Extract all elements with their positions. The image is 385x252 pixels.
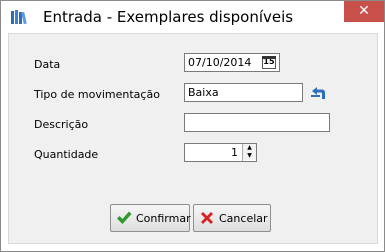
close-button[interactable]: ✕: [344, 1, 384, 22]
cancel-button[interactable]: Cancelar: [193, 204, 271, 232]
confirm-button[interactable]: Confirmar: [110, 204, 191, 232]
spin-down-button[interactable]: ▼: [243, 152, 256, 160]
books-icon: [11, 10, 27, 25]
date-value: 07/10/2014: [188, 56, 252, 69]
quantidade-stepper[interactable]: 1 ▲ ▼: [184, 143, 257, 162]
date-field[interactable]: 07/10/2014 15: [184, 53, 280, 72]
calendar-icon[interactable]: 15: [262, 56, 276, 69]
quantidade-value: 1: [231, 146, 238, 159]
descricao-field[interactable]: [184, 113, 330, 132]
confirm-label: Confirmar: [136, 211, 191, 225]
tipo-movimentacao-field[interactable]: Baixa: [184, 83, 303, 102]
undo-arrow-icon[interactable]: [309, 85, 327, 101]
x-icon: [201, 212, 213, 224]
spin-control: ▲ ▼: [242, 144, 256, 161]
cancel-label: Cancelar: [219, 211, 268, 225]
tipo-label: Tipo de movimentação: [34, 88, 160, 101]
dialog-window: Entrada - Exemplares disponíveis ✕ Data …: [0, 0, 385, 252]
descricao-label: Descrição: [34, 118, 89, 131]
dialog-body: Data 07/10/2014 15 Tipo de movimentação …: [8, 33, 378, 244]
window-title: Entrada - Exemplares disponíveis: [43, 8, 294, 26]
checkmark-icon: [117, 211, 132, 224]
data-label: Data: [34, 58, 61, 71]
title-bar: Entrada - Exemplares disponíveis ✕: [1, 1, 384, 33]
quantidade-label: Quantidade: [34, 148, 99, 161]
tipo-value: Baixa: [188, 86, 219, 99]
